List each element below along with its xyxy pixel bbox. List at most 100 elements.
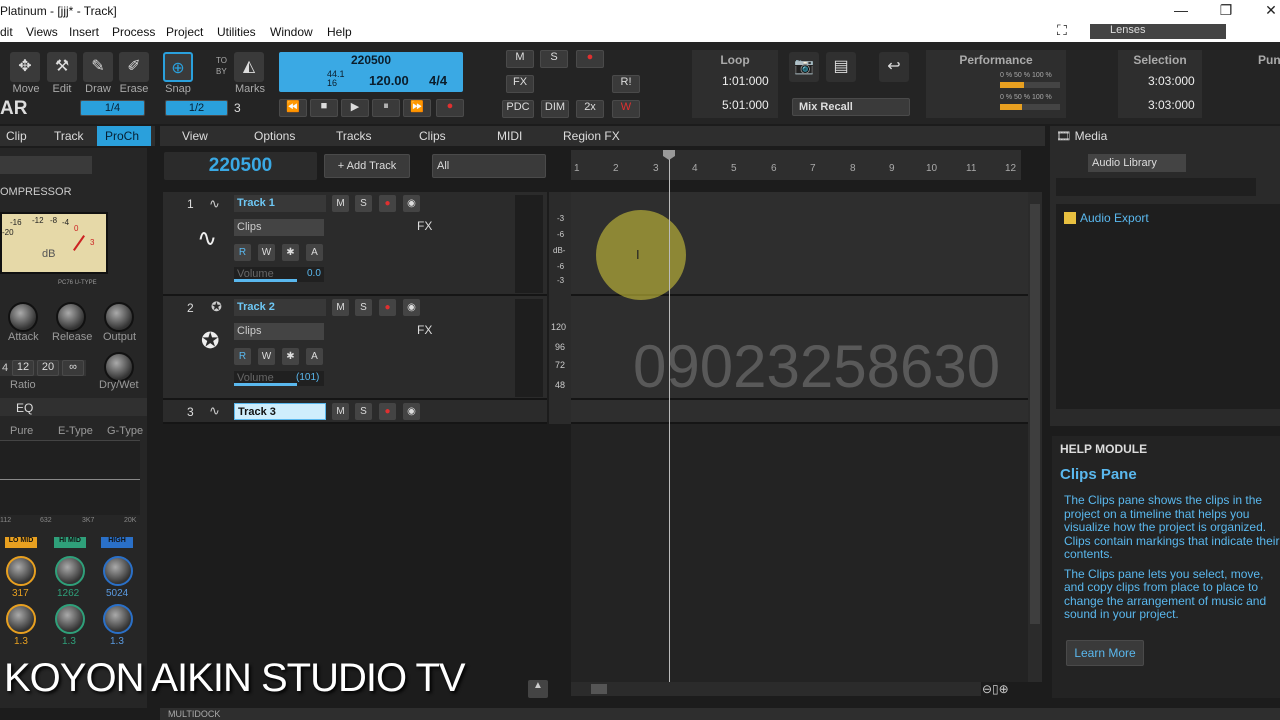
attack-knob[interactable] <box>8 302 38 332</box>
mute-button[interactable]: M <box>332 299 349 316</box>
zoom-icons[interactable]: ⊖▯⊕ <box>982 682 1009 696</box>
mute-button[interactable]: M <box>332 403 349 420</box>
transport-display[interactable]: 220500 44.1 16 120.00 4/4 <box>279 52 463 92</box>
menu-views[interactable]: Views <box>26 25 58 39</box>
track-2[interactable]: 2 ✪ Track 2 M S ● ◉ ✪ Clips R W ✱ A FX V… <box>163 296 547 400</box>
lenses-dropdown[interactable]: Lenses <box>1090 24 1226 39</box>
selection-end[interactable]: 3:03:000 <box>1148 98 1195 112</box>
record-button[interactable]: ● <box>436 99 464 117</box>
close-button[interactable]: ✕ <box>1256 2 1280 20</box>
volume-slider[interactable]: Volume (101) <box>234 371 324 386</box>
clips-dropdown[interactable]: Clips <box>234 323 324 340</box>
tempo-2x-button[interactable]: 2x <box>576 100 604 118</box>
pause-button[interactable]: ⏸ <box>372 99 400 117</box>
forward-button[interactable]: ⏩ <box>403 99 431 117</box>
menu-midi[interactable]: MIDI <box>497 129 522 143</box>
release-knob[interactable] <box>56 302 86 332</box>
clips-dropdown[interactable]: Clips <box>234 219 324 236</box>
fx-bypass-button[interactable]: FX <box>506 75 534 93</box>
menu-view[interactable]: View <box>182 129 208 143</box>
timeline-ruler[interactable]: 1 2 3 4 5 6 7 8 9 10 11 12 <box>571 150 1021 180</box>
menu-help[interactable]: Help <box>327 25 352 39</box>
stop-button[interactable]: ■ <box>310 99 338 117</box>
meter-display[interactable]: 4/4 <box>429 73 447 88</box>
high-q-knob[interactable] <box>103 604 133 634</box>
freeze-icon[interactable]: ✱ <box>282 348 299 365</box>
band-high[interactable]: HIGH <box>101 537 133 548</box>
volume-slider[interactable]: Volume 0.0 <box>234 267 324 282</box>
tab-clip[interactable]: Clip <box>6 129 27 143</box>
grid-value[interactable]: 1/2 <box>165 100 228 116</box>
arm-button[interactable]: ● <box>379 403 396 420</box>
band-himid[interactable]: HI MID <box>54 537 86 548</box>
mix-recall-dropdown[interactable]: Mix Recall <box>792 98 910 116</box>
arm-button[interactable]: ● <box>379 299 396 316</box>
dim-button[interactable]: DIM <box>541 100 569 118</box>
undo-icon[interactable]: ↩ <box>879 52 909 82</box>
arm-all-button[interactable]: ● <box>576 50 604 68</box>
menu-project[interactable]: Project <box>166 25 203 39</box>
write-automation-button[interactable]: W <box>612 100 640 118</box>
solo-all-button[interactable]: S <box>540 50 568 68</box>
menu-tracks[interactable]: Tracks <box>336 129 372 143</box>
mute-all-button[interactable]: M <box>506 50 534 68</box>
fx-bin[interactable]: FX <box>417 323 509 340</box>
output-knob[interactable] <box>104 302 134 332</box>
read-button[interactable]: R <box>234 348 251 365</box>
menu-insert[interactable]: Insert <box>69 25 99 39</box>
move-tool-icon[interactable]: ✥ <box>10 52 40 82</box>
track-filter-dropdown[interactable]: All <box>432 154 546 178</box>
eq-type-e[interactable]: E-Type <box>58 425 93 437</box>
solo-button[interactable]: S <box>355 403 372 420</box>
eq-type-pure[interactable]: Pure <box>10 425 33 437</box>
fullscreen-icon[interactable]: ⛶ <box>1057 22 1067 39</box>
media-tab[interactable]: 🎞 Media <box>1056 129 1107 143</box>
prochannel-preset[interactable] <box>0 156 92 174</box>
track-3[interactable]: 3 ∿ Track 3 M S ● ◉ <box>163 400 547 424</box>
menu-options[interactable]: Options <box>254 129 295 143</box>
read-button[interactable]: R <box>234 244 251 261</box>
eq-graph[interactable] <box>0 440 140 515</box>
track-name[interactable]: Track 2 <box>234 299 326 316</box>
write-button[interactable]: W <box>258 244 275 261</box>
browser-search[interactable] <box>1056 178 1256 196</box>
track-name-edit[interactable]: Track 3 <box>234 403 326 420</box>
lomid-q-knob[interactable] <box>6 604 36 634</box>
eq-type-g[interactable]: G-Type <box>107 425 143 437</box>
input-echo-button[interactable]: ◉ <box>403 195 420 212</box>
menu-edit[interactable]: dit <box>0 25 13 39</box>
pdc-button[interactable]: PDC <box>502 100 534 118</box>
loop-start[interactable]: 1:01:000 <box>722 74 769 88</box>
notes-icon[interactable]: ▤ <box>826 52 856 82</box>
menu-utilities[interactable]: Utilities <box>217 25 256 39</box>
arm-button[interactable]: ● <box>379 195 396 212</box>
horizontal-scrollbar[interactable] <box>571 682 981 696</box>
band-lomid[interactable]: LO MID <box>5 537 37 548</box>
learn-more-button[interactable]: Learn More <box>1066 640 1144 666</box>
selection-start[interactable]: 3:03:000 <box>1148 74 1195 88</box>
tab-track[interactable]: Track <box>54 129 84 143</box>
snap-value[interactable]: 1/4 <box>80 100 145 116</box>
lomid-freq-knob[interactable] <box>6 556 36 586</box>
menu-clips[interactable]: Clips <box>419 129 446 143</box>
fx-bin[interactable]: FX <box>417 219 509 236</box>
himid-q-knob[interactable] <box>55 604 85 634</box>
solo-button[interactable]: S <box>355 299 372 316</box>
edit-tool-icon[interactable]: ⚒ <box>47 52 77 82</box>
snap-icon[interactable]: ⊕ <box>163 52 193 82</box>
add-track-button[interactable]: + Add Track <box>324 154 410 178</box>
himid-freq-knob[interactable] <box>55 556 85 586</box>
read-automation-button[interactable]: R! <box>612 75 640 93</box>
maximize-button[interactable]: ❐ <box>1211 2 1241 20</box>
scroll-up-icon[interactable]: ▲ <box>528 680 548 698</box>
vertical-scrollbar[interactable] <box>1028 192 1042 682</box>
minimize-button[interactable]: — <box>1166 2 1196 20</box>
menu-window[interactable]: Window <box>270 25 313 39</box>
archive-button[interactable]: A <box>306 348 323 365</box>
snapshot-icon[interactable]: 📷 <box>789 52 819 82</box>
write-button[interactable]: W <box>258 348 275 365</box>
input-echo-button[interactable]: ◉ <box>403 403 420 420</box>
clips-pane[interactable]: I 09023258630 <box>571 152 1028 682</box>
mute-button[interactable]: M <box>332 195 349 212</box>
trackview-position[interactable]: 220500 <box>164 152 317 180</box>
